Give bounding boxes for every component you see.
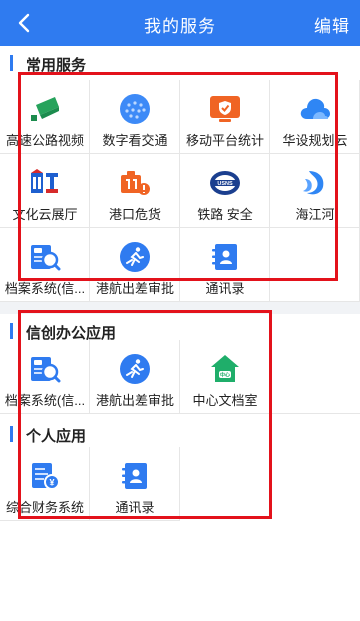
service-contacts[interactable]: 通讯录 (180, 228, 270, 302)
service-label: 港口危货 (108, 207, 161, 222)
runner-approval-icon (120, 242, 150, 272)
hazard-cargo-icon (121, 171, 150, 195)
section-header-personal: 个人应用 (0, 417, 360, 451)
app-center-archive-room[interactable]: 中心 中心文档室 (180, 340, 270, 414)
service-label: 移动平台统计 (185, 133, 264, 148)
service-label: 通讯录 (115, 500, 155, 515)
section-accent-bar (10, 426, 13, 442)
service-label: 华设规划云 (282, 133, 348, 148)
service-label: 铁路 安全 (197, 207, 253, 222)
dots-globe-icon (120, 94, 150, 124)
section-title: 个人应用 (26, 428, 87, 445)
culture-hall-icon (31, 169, 58, 193)
service-label: 中心文档室 (192, 393, 258, 408)
service-digital-traffic[interactable]: 数字看交通 (90, 80, 180, 154)
service-label: 综合财务系统 (5, 500, 84, 515)
section-header-common: 常用服务 (0, 46, 360, 80)
empty-cell (270, 228, 360, 302)
service-mobile-stats[interactable]: 移动平台统计 (180, 80, 270, 154)
service-port-hazard[interactable]: 港口危货 (90, 154, 180, 228)
service-travel-approval[interactable]: 港航出差审批 (90, 228, 180, 302)
page-title: 我的服务 (144, 17, 216, 36)
app-archive-system[interactable]: 档案系统(信... (0, 340, 90, 414)
wave-icon (303, 171, 324, 195)
empty-cell (270, 340, 360, 414)
railway-logo-icon: USNS (210, 171, 240, 195)
section-accent-bar (10, 55, 13, 71)
service-sea-river[interactable]: 海江河 (270, 154, 360, 228)
archive-search-icon (31, 245, 61, 271)
camera-icon (31, 97, 59, 121)
contacts-icon (122, 463, 147, 489)
service-label: 高速公路视频 (5, 133, 84, 148)
section-divider (0, 302, 360, 314)
contacts-icon (212, 244, 237, 270)
service-highway-video[interactable]: 高速公路视频 (0, 80, 90, 154)
app-finance-system[interactable]: ¥ 综合财务系统 (0, 447, 90, 521)
runner-approval-icon (120, 354, 150, 384)
cloud-icon (300, 98, 330, 119)
app-header: 我的服务 编辑 (0, 0, 360, 46)
archive-search-icon (31, 357, 61, 383)
svg-text:¥: ¥ (49, 478, 54, 488)
svg-text:USNS: USNS (217, 181, 233, 187)
service-label: 港航出差审批 (95, 393, 174, 408)
service-planning-cloud[interactable]: 华设规划云 (270, 80, 360, 154)
service-label: 通讯录 (205, 281, 245, 296)
app-travel-approval[interactable]: 港航出差审批 (90, 340, 180, 414)
service-label: 数字看交通 (102, 133, 168, 148)
finance-doc-icon: ¥ (32, 463, 60, 490)
edit-button[interactable]: 编辑 (314, 12, 350, 37)
section-accent-bar (10, 323, 13, 339)
service-label: 港航出差审批 (95, 281, 174, 296)
app-contacts[interactable]: 通讯录 (90, 447, 180, 521)
service-archive-system[interactable]: 档案系统(信... (0, 228, 90, 302)
service-railway-safety[interactable]: USNS 铁路 安全 (180, 154, 270, 228)
service-label: 海江河 (295, 207, 335, 222)
service-label: 档案系统(信... (4, 393, 86, 408)
service-label: 档案系统(信... (4, 281, 86, 296)
section-title: 常用服务 (26, 57, 87, 74)
service-culture-hall[interactable]: 文化云展厅 (0, 154, 90, 228)
shield-monitor-icon (210, 96, 240, 122)
svg-text:中心: 中心 (220, 372, 230, 379)
house-folder-icon: 中心 (211, 355, 239, 382)
service-label: 文化云展厅 (12, 207, 78, 222)
